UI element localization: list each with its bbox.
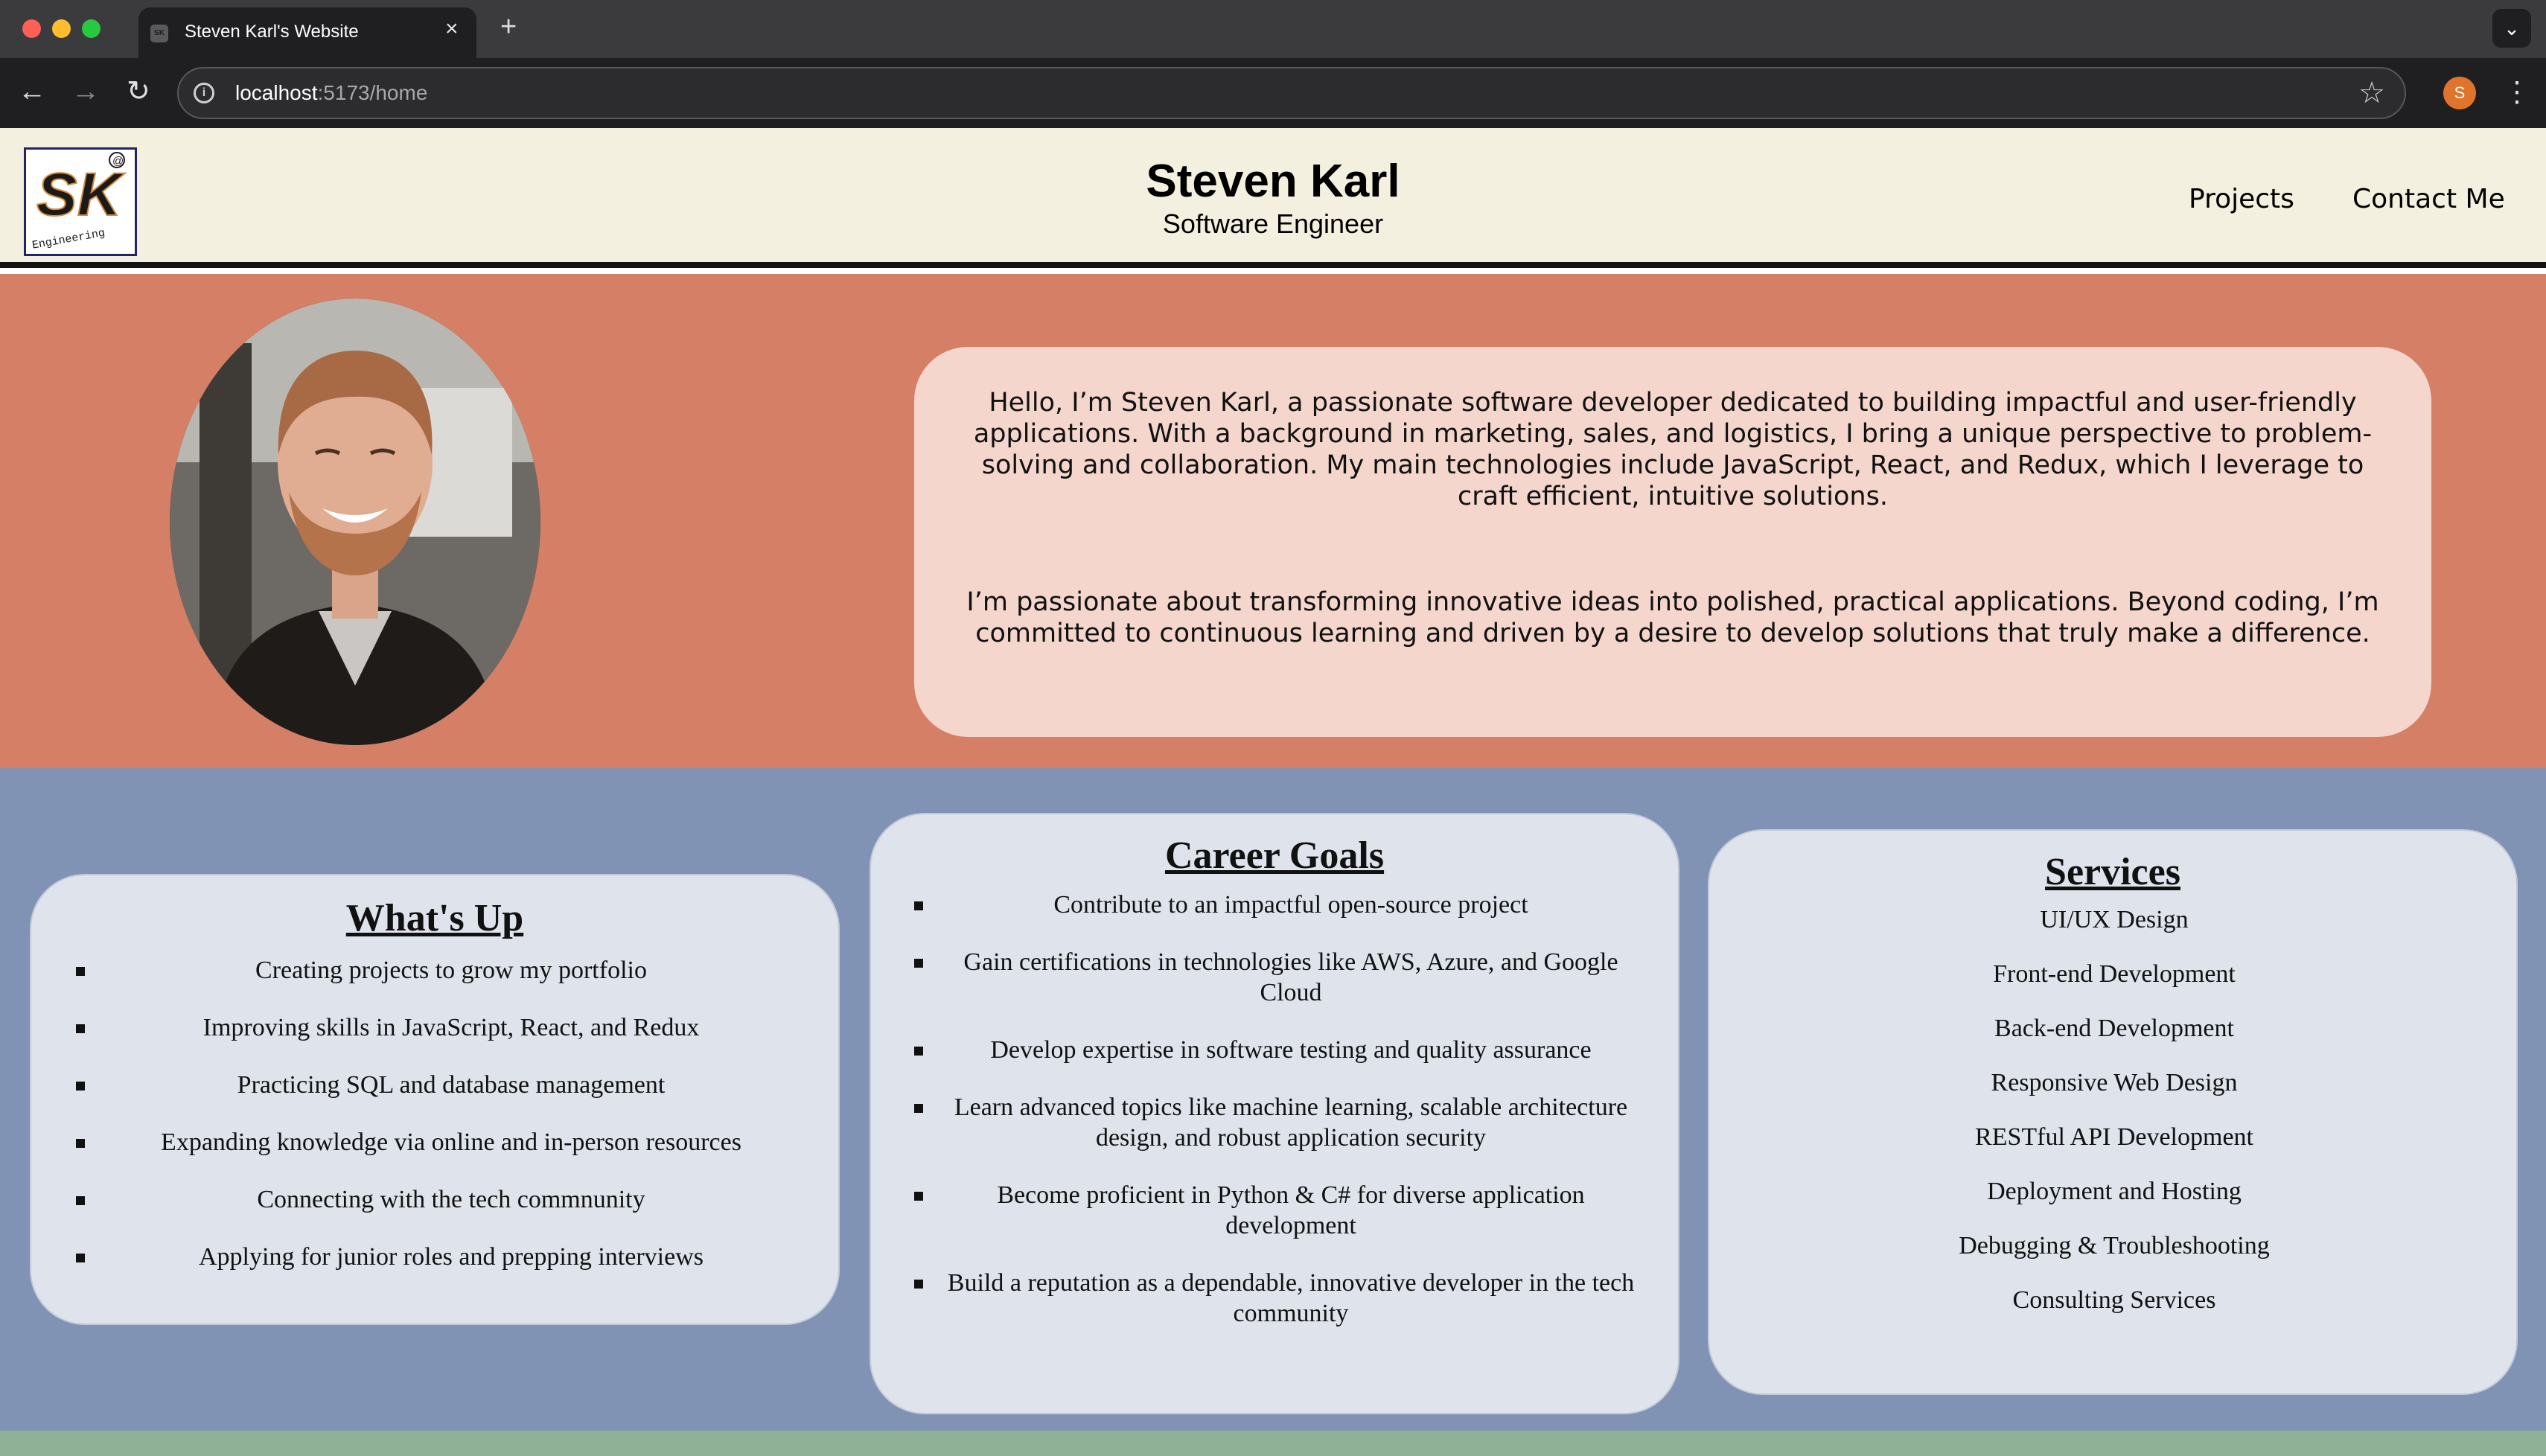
minimize-window-button[interactable]: [52, 19, 71, 38]
list-item: Creating projects to grow my portfolio: [76, 955, 805, 986]
profile-photo: [170, 298, 540, 745]
reload-icon[interactable]: ↻: [127, 74, 150, 109]
close-window-button[interactable]: [22, 19, 41, 38]
tab-title: Steven Karl's Website: [185, 22, 359, 42]
bio-paragraph-2: I’m passionate about transforming innova…: [966, 587, 2379, 648]
list-item: Contribute to an impactful open-source p…: [914, 890, 1645, 920]
list-item: Debugging & Troubleshooting: [1959, 1232, 2270, 1259]
list-item: Back-end Development: [1994, 1015, 2234, 1042]
career-goals-title: Career Goals: [1164, 834, 1385, 877]
browser-tab[interactable]: SK Steven Karl's Website ×: [138, 7, 476, 58]
maximize-window-button[interactable]: [82, 19, 100, 38]
nav-link-contact[interactable]: Contact Me: [2352, 184, 2505, 214]
career-goals-card: Career Goals Contribute to an impactful …: [870, 813, 1679, 1414]
site-title: Steven Karl: [1146, 156, 1400, 207]
browser-menu-icon[interactable]: ⋮: [2503, 71, 2531, 113]
intro-section: Hello, I’m Steven Karl, a passionate sof…: [0, 274, 2546, 768]
whats-up-title: What's Up: [345, 897, 524, 939]
url-host: localhost: [235, 81, 318, 104]
career-goals-list: Contribute to an impactful open-source p…: [871, 890, 1678, 1329]
list-item: Practicing SQL and database management: [76, 1070, 805, 1100]
footer-strip: [0, 1431, 2546, 1456]
list-item: Consulting Services: [2012, 1286, 2216, 1314]
list-item: Front-end Development: [1993, 960, 2236, 988]
bookmark-star-icon[interactable]: ☆: [2358, 76, 2385, 110]
whats-up-card: What's Up Creating projects to grow my p…: [30, 874, 840, 1325]
url-path: :5173/home: [317, 81, 428, 104]
bio-card: Hello, I’m Steven Karl, a passionate sof…: [914, 347, 2431, 737]
close-tab-icon[interactable]: ×: [445, 18, 459, 40]
new-tab-icon[interactable]: +: [500, 10, 517, 43]
list-item: Deployment and Hosting: [1987, 1178, 2242, 1205]
site-subtitle: Software Engineer: [1162, 208, 1384, 239]
list-item: Applying for junior roles and prepping i…: [76, 1242, 805, 1272]
list-item: Connecting with the tech commnunity: [76, 1184, 805, 1215]
list-item: Gain certifications in technologies like…: [914, 947, 1645, 1008]
list-item: Develop expertise in software testing an…: [914, 1035, 1645, 1065]
services-title: Services: [2045, 851, 2180, 893]
profile-avatar[interactable]: S: [2443, 77, 2476, 109]
bio-paragraph-1: Hello, I’m Steven Karl, a passionate sof…: [973, 388, 2373, 511]
nav-link-projects[interactable]: Projects: [2189, 184, 2294, 214]
list-item: Improving skills in JavaScript, React, a…: [76, 1012, 805, 1043]
site-header: SK @ Engineering Steven Karl Software En…: [0, 128, 2546, 268]
list-item: Responsive Web Design: [1991, 1069, 2238, 1096]
list-item: Expanding knowledge via online and in-pe…: [76, 1127, 805, 1158]
list-item: RESTful API Development: [1975, 1123, 2253, 1151]
list-item: UI/UX Design: [2040, 906, 2189, 933]
favicon-icon: SK: [150, 25, 168, 42]
portrait-image: [170, 298, 540, 745]
services-card: Services UI/UX Design Front-end Developm…: [1708, 829, 2518, 1395]
services-list: UI/UX Design Front-end Development Back-…: [1709, 904, 2516, 1315]
back-icon[interactable]: ←: [18, 74, 46, 109]
list-item: Learn advanced topics like machine learn…: [914, 1092, 1645, 1153]
forward-icon[interactable]: →: [71, 74, 100, 109]
site-info-icon[interactable]: i: [194, 83, 214, 103]
list-item: Become proficient in Python & C# for div…: [914, 1180, 1645, 1241]
url-text: localhost:5173/home: [235, 81, 427, 105]
tab-search-icon[interactable]: ⌄: [2492, 9, 2531, 48]
whats-up-list: Creating projects to grow my portfolio I…: [31, 955, 838, 1272]
address-bar[interactable]: i localhost:5173/home ☆: [177, 67, 2406, 119]
list-item: Build a reputation as a dependable, inno…: [914, 1268, 1645, 1329]
cards-section: What's Up Creating projects to grow my p…: [0, 768, 2546, 1431]
